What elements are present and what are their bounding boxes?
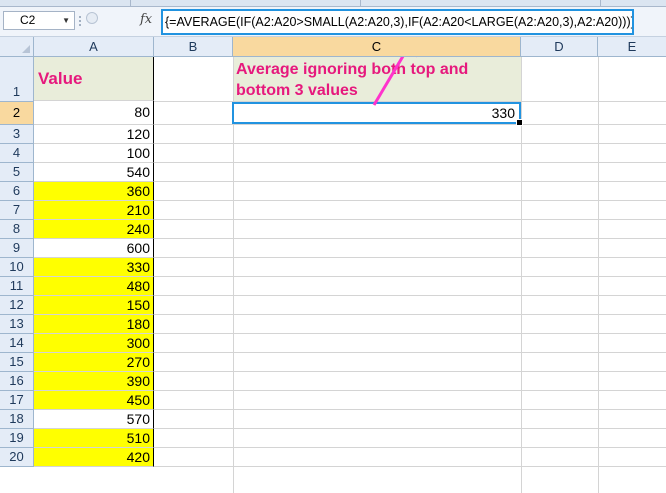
cell-a3[interactable]: 120 (34, 125, 154, 144)
cell-a2[interactable]: 80 (34, 101, 154, 125)
cell-a9[interactable]: 600 (34, 239, 154, 258)
column-header-e[interactable]: E (598, 37, 666, 56)
row-header[interactable]: 1 (0, 57, 34, 102)
chevron-down-icon[interactable]: ▼ (62, 12, 70, 29)
row-header[interactable]: 12 (0, 296, 34, 315)
row-header[interactable]: 11 (0, 277, 34, 296)
row-header[interactable]: 6 (0, 182, 34, 201)
row-header[interactable]: 17 (0, 391, 34, 410)
cell-a1-value-header[interactable]: Value (34, 57, 154, 101)
row-header[interactable]: 4 (0, 144, 34, 163)
row-header[interactable]: 9 (0, 239, 34, 258)
row-header[interactable]: 10 (0, 258, 34, 277)
cell-a10[interactable]: 330 (34, 258, 154, 277)
row-header[interactable]: 2 (0, 102, 34, 125)
cell-c1-note[interactable]: Average ignoring both top and bottom 3 v… (234, 57, 521, 101)
row-header[interactable]: 7 (0, 201, 34, 220)
cell-a5[interactable]: 540 (34, 163, 154, 182)
row-header[interactable]: 5 (0, 163, 34, 182)
cell-a8[interactable]: 240 (34, 220, 154, 239)
row-header[interactable]: 13 (0, 315, 34, 334)
name-box-value: C2 (20, 13, 36, 27)
cell-a7[interactable]: 210 (34, 201, 154, 220)
cell-a19[interactable]: 510 (34, 429, 154, 448)
row-header[interactable]: 14 (0, 334, 34, 353)
select-all-corner[interactable] (0, 37, 34, 56)
cell-a16[interactable]: 390 (34, 372, 154, 391)
row-header[interactable]: 19 (0, 429, 34, 448)
column-header-d[interactable]: D (521, 37, 598, 56)
row-header[interactable]: 8 (0, 220, 34, 239)
name-box[interactable]: C2 ▼ (3, 11, 75, 30)
row-header[interactable]: 20 (0, 448, 34, 467)
cell-a4[interactable]: 100 (34, 144, 154, 163)
column-header-c[interactable]: C (233, 37, 521, 56)
insert-function-icon[interactable]: fx (140, 12, 152, 27)
row-header[interactable]: 3 (0, 125, 34, 144)
cell-a20[interactable]: 420 (34, 448, 154, 467)
formula-input[interactable]: {=AVERAGE(IF(A2:A20>SMALL(A2:A20,3),IF(A… (161, 9, 634, 35)
ribbon-group-strip (0, 0, 666, 7)
row-header[interactable]: 15 (0, 353, 34, 372)
column-header-b[interactable]: B (154, 37, 233, 56)
worksheet-grid[interactable]: Value Average ignoring both top and bott… (34, 57, 666, 493)
row-header[interactable]: 16 (0, 372, 34, 391)
column-header-a[interactable]: A (34, 37, 154, 56)
cell-a6[interactable]: 360 (34, 182, 154, 201)
cell-a13[interactable]: 180 (34, 315, 154, 334)
cell-a17[interactable]: 450 (34, 391, 154, 410)
row-header[interactable]: 18 (0, 410, 34, 429)
cell-a18[interactable]: 570 (34, 410, 154, 429)
formula-bar-resize-handle[interactable] (79, 11, 81, 31)
cell-a14[interactable]: 300 (34, 334, 154, 353)
formula-bar: C2 ▼ fx {=AVERAGE(IF(A2:A20>SMALL(A2:A20… (0, 7, 666, 37)
cancel-entry-icon[interactable] (86, 12, 98, 24)
cell-a15[interactable]: 270 (34, 353, 154, 372)
cell-c2-result[interactable]: 330 (232, 102, 523, 126)
column-headers: A B C D E (0, 37, 666, 57)
cell-a11[interactable]: 480 (34, 277, 154, 296)
cell-a12[interactable]: 150 (34, 296, 154, 315)
